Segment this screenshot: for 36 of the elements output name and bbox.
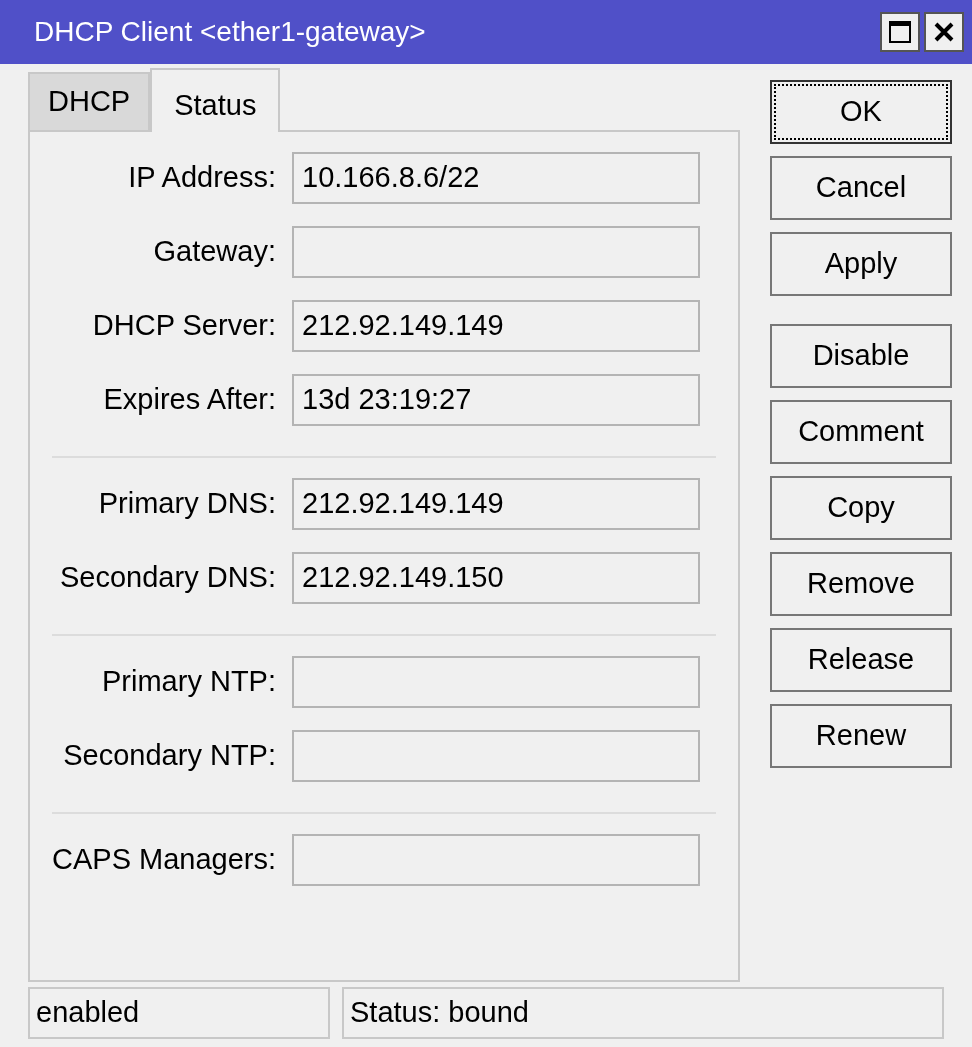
input-field[interactable]: 212.92.149.149 — [292, 300, 700, 352]
input-field[interactable] — [292, 656, 700, 708]
field-label: IP Address: — [127, 160, 277, 196]
close-icon — [933, 21, 955, 43]
maximize-button[interactable] — [880, 12, 920, 52]
dialog-button[interactable]: Copy — [770, 476, 952, 540]
status-bar-field: Status: bound — [342, 987, 944, 1039]
input-field[interactable]: 212.92.149.149 — [292, 478, 700, 530]
input-field[interactable] — [292, 730, 700, 782]
field-label: CAPS Managers: — [52, 842, 278, 878]
input-field[interactable]: 10.166.8.6/22 — [292, 152, 700, 204]
dialog-button[interactable]: OK — [770, 80, 952, 144]
field-label: Secondary NTP: — [62, 738, 277, 774]
dialog-button[interactable]: Remove — [770, 552, 952, 616]
dialog-button[interactable]: Apply — [770, 232, 952, 296]
close-button[interactable] — [924, 12, 964, 52]
dialog-button[interactable]: Renew — [770, 704, 952, 768]
dialog-button[interactable]: Release — [770, 628, 952, 692]
input-field[interactable]: 13d 23:19:27 — [292, 374, 700, 426]
status-bar-field: enabled — [28, 987, 330, 1039]
field-label: Gateway: — [152, 234, 277, 270]
tab[interactable]: DHCP — [28, 72, 151, 130]
input-field[interactable] — [292, 834, 700, 886]
dialog-button[interactable]: Disable — [770, 324, 952, 388]
field-label: Expires After: — [102, 382, 277, 418]
window-title: DHCP Client <ether1-gateway> — [34, 15, 427, 49]
maximize-icon — [888, 20, 912, 44]
input-field[interactable]: 212.92.149.150 — [292, 552, 700, 604]
dialog-button[interactable]: Cancel — [770, 156, 952, 220]
field-label: Primary DNS: — [97, 486, 277, 522]
field-label: Secondary DNS: — [59, 560, 277, 596]
field-label: Primary NTP: — [101, 664, 277, 700]
input-field[interactable] — [292, 226, 700, 278]
tab[interactable]: Status — [150, 68, 281, 132]
dialog-button[interactable]: Comment — [770, 400, 952, 464]
field-label: DHCP Server: — [91, 308, 277, 344]
